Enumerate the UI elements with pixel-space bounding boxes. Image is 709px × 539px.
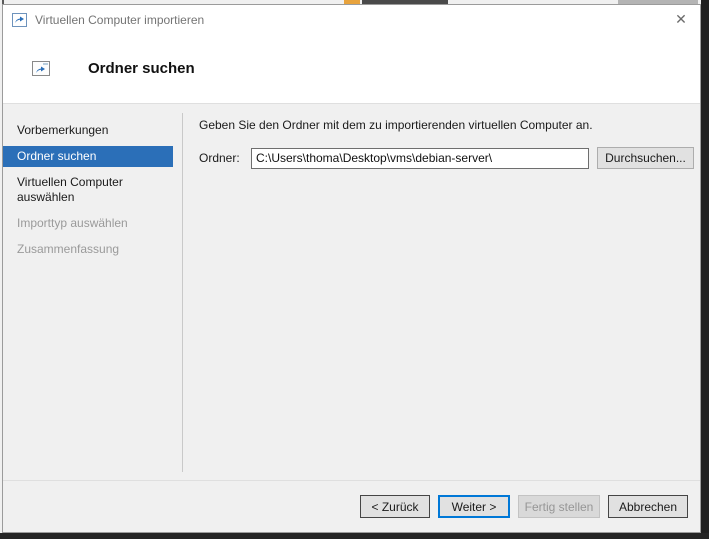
folder-row: Ordner: Durchsuchen... [199, 147, 694, 169]
import-vm-wizard-dialog: Virtuellen Computer importieren ✕ Ordner… [2, 4, 701, 533]
titlebar[interactable]: Virtuellen Computer importieren ✕ [3, 5, 700, 34]
close-button[interactable]: ✕ [664, 5, 698, 34]
cancel-button[interactable]: Abbrechen [608, 495, 688, 518]
instruction-text: Geben Sie den Ordner mit dem zu importie… [199, 118, 593, 132]
close-icon: ✕ [675, 11, 687, 27]
sidebar-item-importtyp: Importtyp auswählen [17, 216, 128, 230]
finish-button: Fertig stellen [518, 495, 600, 518]
sidebar-item-vm-auswaehlen[interactable]: Virtuellen Computer auswählen [3, 172, 173, 208]
import-arrow-icon [12, 12, 27, 27]
wizard-footer: < Zurück Weiter > Fertig stellen Abbrech… [3, 480, 700, 532]
wizard-page-icon [32, 61, 50, 76]
next-button[interactable]: Weiter > [438, 495, 510, 518]
browse-button[interactable]: Durchsuchen... [597, 147, 694, 169]
wizard-page-icon-arrow [36, 66, 45, 73]
background-dark-strip-bottom [0, 533, 709, 539]
folder-path-input[interactable] [251, 147, 589, 169]
sidebar-item-ordner-suchen[interactable]: Ordner suchen [3, 146, 173, 167]
folder-label: Ordner: [199, 151, 240, 165]
page-title: Ordner suchen [88, 60, 195, 77]
sidebar-item-vorbemerkungen[interactable]: Vorbemerkungen [3, 120, 173, 141]
background-dark-strip-right [701, 0, 709, 539]
sidebar-item-zusammenfassung: Zusammenfassung [17, 242, 120, 256]
page-content: Geben Sie den Ordner mit dem zu importie… [183, 104, 700, 480]
wizard-body: Vorbemerkungen Ordner suchen Virtuellen … [3, 104, 700, 480]
window-title: Virtuellen Computer importieren [35, 12, 205, 27]
back-button[interactable]: < Zurück [360, 495, 430, 518]
wizard-header: Ordner suchen [3, 34, 700, 104]
wizard-steps-sidebar: Vorbemerkungen Ordner suchen Virtuellen … [3, 104, 182, 480]
